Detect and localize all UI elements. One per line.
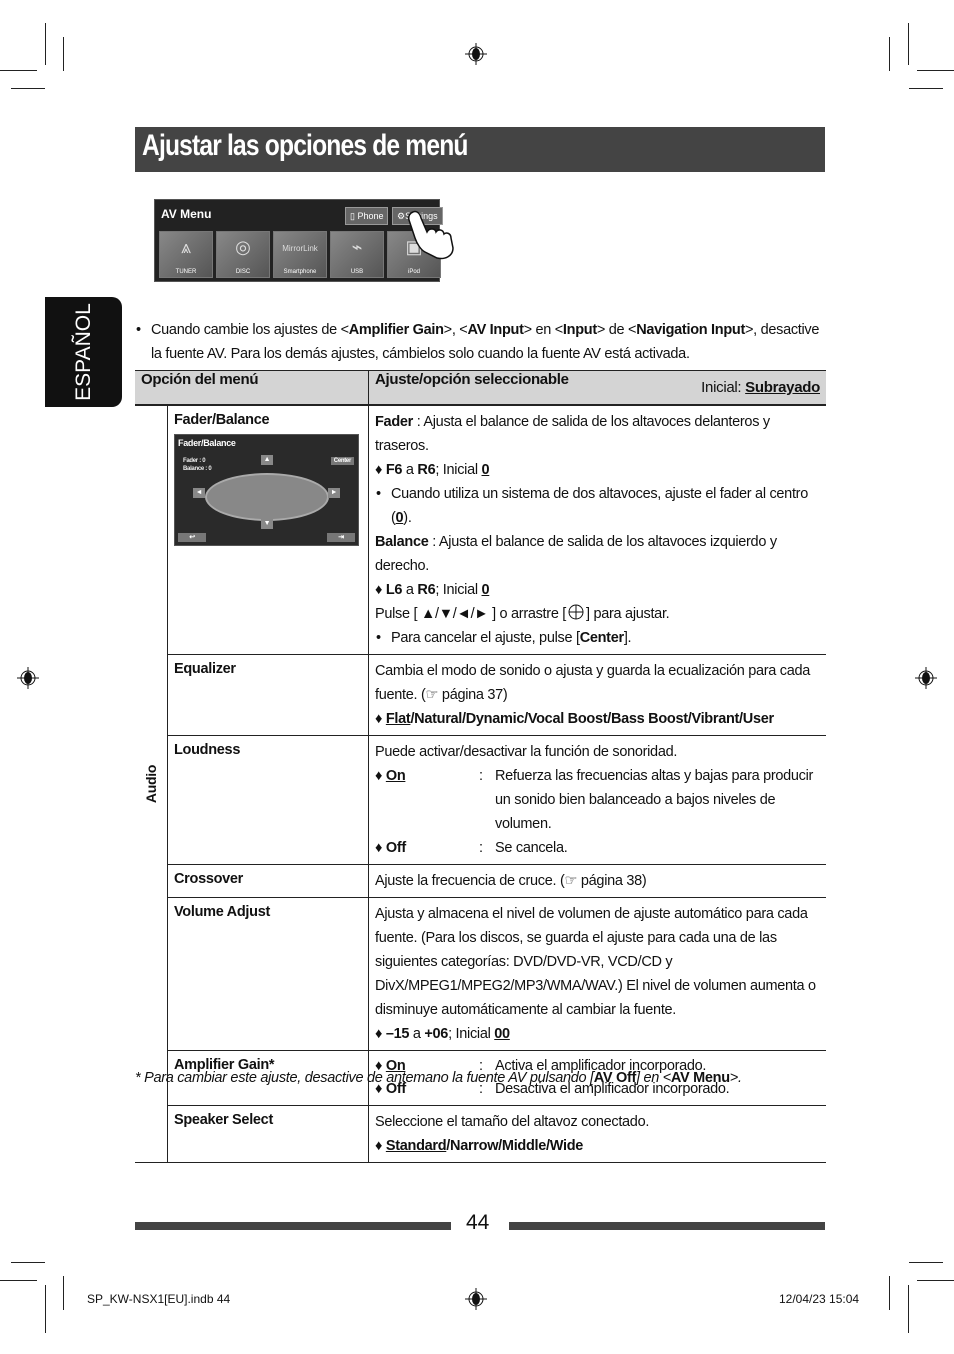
smartphone-tile: MirrorLink Smartphone bbox=[273, 231, 327, 278]
footnote: * Para cambiar este ajuste, desactive de… bbox=[135, 1070, 742, 1086]
setting-loudness: Puede activar/desactivar la función de s… bbox=[368, 735, 826, 865]
disc-tile: ◎ DISC bbox=[216, 231, 270, 278]
center-button: Center bbox=[330, 457, 354, 465]
tuner-tile: ⩓ TUNER bbox=[159, 231, 213, 278]
av-menu-title: AV Menu bbox=[161, 207, 212, 221]
header-menu-option: Opción del menú bbox=[135, 370, 369, 406]
crop-mark bbox=[0, 70, 37, 71]
setting-equalizer: Cambia el modo de sonido o ajusta y guar… bbox=[368, 654, 826, 736]
option-equalizer: Equalizer bbox=[167, 654, 369, 736]
table-row: Equalizer Cambia el modo de sonido o aju… bbox=[135, 654, 826, 736]
slug-date: 12/04/23 15:04 bbox=[779, 1292, 860, 1306]
registration-mark-icon bbox=[915, 667, 937, 689]
setting-crossover: Ajuste la frecuencia de cruce. (☞ página… bbox=[368, 864, 826, 898]
up-arrow-icon: ▲ bbox=[261, 455, 273, 465]
page-footer-bar-right bbox=[509, 1222, 825, 1230]
crop-mark bbox=[45, 1285, 46, 1333]
right-arrow-icon: ► bbox=[328, 488, 340, 498]
option-volume-adjust: Volume Adjust bbox=[167, 897, 369, 1051]
crop-mark bbox=[908, 23, 909, 65]
option-crossover: Crossover bbox=[167, 864, 369, 898]
crop-mark bbox=[0, 1280, 37, 1281]
pointing-hand-icon bbox=[408, 210, 454, 260]
language-label: ESPAÑOL bbox=[71, 303, 95, 401]
crop-mark bbox=[11, 1262, 45, 1263]
slug-file: SP_KW-NSX1[EU].indb 44 bbox=[87, 1292, 231, 1306]
crop-mark bbox=[63, 37, 64, 71]
table-row: Speaker Select Seleccione el tamaño del … bbox=[135, 1105, 826, 1163]
page-title-bar: Ajustar las opciones de menú bbox=[135, 127, 825, 172]
crop-mark bbox=[917, 70, 954, 71]
table-header: Opción del menú Ajuste/opción selecciona… bbox=[135, 370, 826, 406]
usb-stick-icon: ⌁ bbox=[351, 237, 363, 257]
antenna-icon: ⩓ bbox=[180, 237, 192, 257]
crop-mark bbox=[889, 37, 890, 71]
initial-legend: Inicial: Subrayado bbox=[701, 379, 820, 396]
option-speaker-select: Speaker Select bbox=[167, 1105, 369, 1163]
drag-handle-icon bbox=[568, 604, 584, 620]
option-fader-balance: Fader/Balance Fader/Balance Fader : 0 Bal… bbox=[167, 405, 369, 655]
registration-mark-icon bbox=[17, 667, 39, 689]
registration-mark-icon bbox=[465, 43, 487, 65]
crop-mark bbox=[11, 88, 45, 89]
back-icon: ↩ bbox=[178, 533, 206, 542]
menu-options-table: Opción del menú Ajuste/opción selecciona… bbox=[135, 370, 826, 1163]
crop-mark bbox=[909, 88, 943, 89]
crop-mark bbox=[908, 1285, 909, 1333]
option-loudness: Loudness bbox=[167, 735, 369, 865]
exit-icon: ⇥ bbox=[327, 533, 355, 542]
fader-balance-screenshot: Fader/Balance Fader : 0 Balance : 0 Cente… bbox=[174, 434, 359, 546]
table-row: Volume Adjust Ajusta y almacena el nivel… bbox=[135, 897, 826, 1051]
speaker-layout bbox=[205, 473, 329, 521]
usb-tile: ⌁ USB bbox=[330, 231, 384, 278]
crop-mark bbox=[889, 1276, 890, 1310]
group-audio: Audio bbox=[135, 405, 168, 1163]
table-row: Audio Fader/Balance Fader/Balance Fader … bbox=[135, 405, 826, 1163]
setting-volume-adjust: Ajusta y almacena el nivel de volumen de… bbox=[368, 897, 826, 1051]
left-arrow-icon: ◄ bbox=[193, 488, 205, 498]
page-number: 44 bbox=[466, 1211, 490, 1234]
crop-mark bbox=[63, 1276, 64, 1310]
registration-mark-icon bbox=[465, 1288, 487, 1310]
page-footer-bar-left bbox=[135, 1222, 451, 1230]
usage-note: Cuando cambie los ajustes de <Amplifier … bbox=[135, 318, 825, 366]
crop-mark bbox=[909, 1262, 943, 1263]
down-arrow-icon: ▼ bbox=[261, 519, 273, 529]
phone-button: ▯ Phone bbox=[345, 207, 389, 225]
crop-mark bbox=[45, 23, 46, 65]
table-row: Crossover Ajuste la frecuencia de cruce.… bbox=[135, 864, 826, 898]
crop-mark bbox=[917, 1280, 954, 1281]
language-tab: ESPAÑOL bbox=[45, 297, 122, 407]
page-title: Ajustar las opciones de menú bbox=[142, 129, 468, 162]
mirrorlink-label: MirrorLink bbox=[282, 244, 318, 253]
header-selectable-setting: Ajuste/opción seleccionable Inicial: Sub… bbox=[368, 370, 826, 406]
av-menu-screenshot: AV Menu ▯ Phone ⚙Settings ⩓ TUNER ◎ DISC M… bbox=[154, 199, 454, 282]
setting-fader-balance: Fader : Ajusta el balance de salida de l… bbox=[368, 405, 826, 655]
disc-icon: ◎ bbox=[235, 237, 251, 257]
setting-speaker-select: Seleccione el tamaño del altavoz conecta… bbox=[368, 1105, 826, 1163]
table-row: Loudness Puede activar/desactivar la fun… bbox=[135, 735, 826, 865]
